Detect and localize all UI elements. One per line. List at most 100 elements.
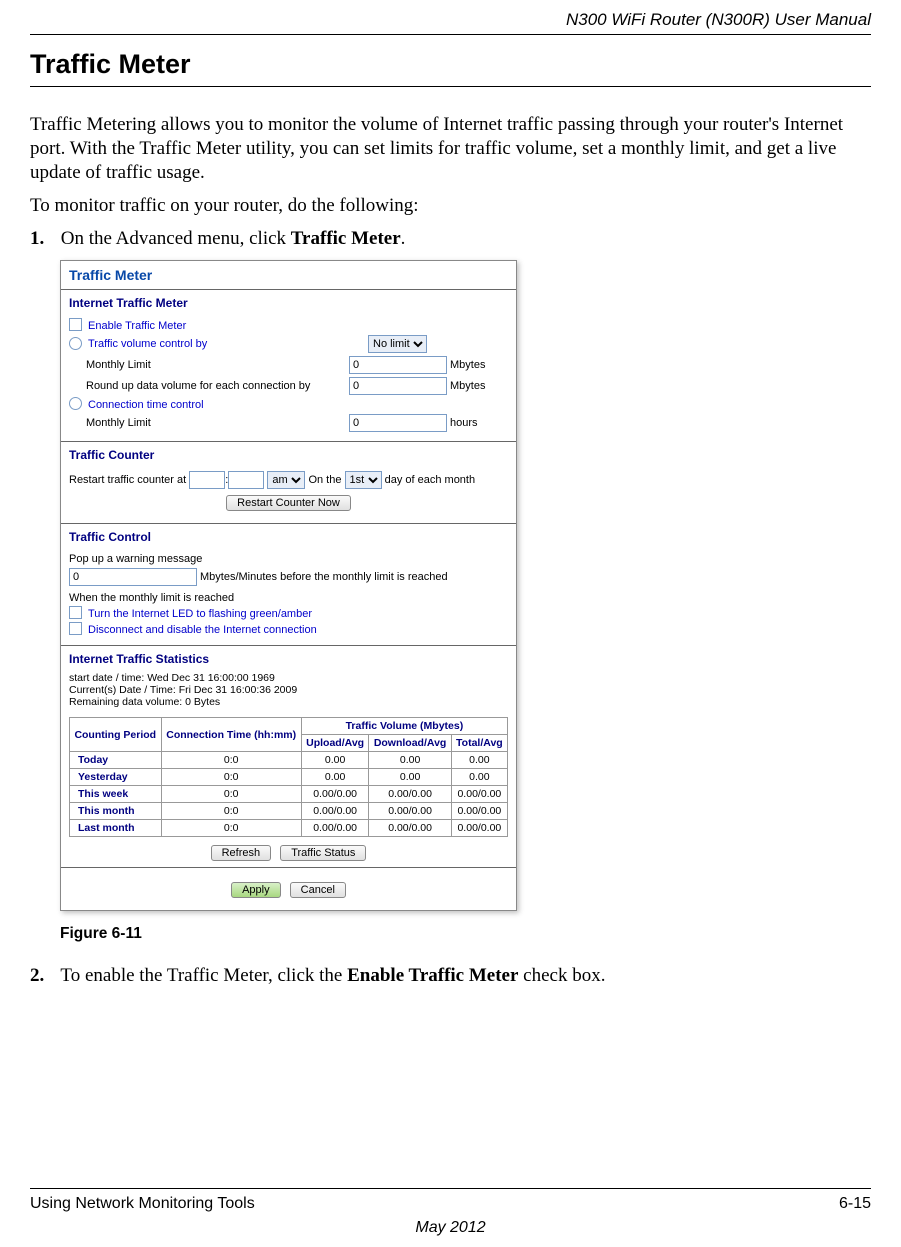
volume-control-select[interactable]: No limit <box>368 335 427 353</box>
volume-control-radio[interactable] <box>69 337 82 350</box>
step-2-number: 2. <box>30 965 56 987</box>
table-row: Yesterday0:00.000.000.00 <box>70 769 508 786</box>
led-label: Turn the Internet LED to flashing green/… <box>88 608 312 620</box>
cell-period: Yesterday <box>70 769 162 786</box>
cell-upload: 0.00/0.00 <box>301 820 369 837</box>
step-1-bold: Traffic Meter <box>291 228 401 249</box>
cell-period: This month <box>70 803 162 820</box>
doc-title: N300 WiFi Router (N300R) User Manual <box>30 0 871 30</box>
cell-period: Last month <box>70 820 162 837</box>
stats-start: start date / time: Wed Dec 31 16:00:00 1… <box>69 672 508 684</box>
step-1: 1. On the Advanced menu, click Traffic M… <box>30 228 871 250</box>
cell-total: 0.00/0.00 <box>451 820 507 837</box>
cell-download: 0.00 <box>369 769 451 786</box>
day-post-label: day of each month <box>385 474 476 486</box>
step-2-bold: Enable Traffic Meter <box>347 965 518 986</box>
stats-remaining: Remaining data volume: 0 Bytes <box>69 696 508 708</box>
intro-paragraph: Traffic Metering allows you to monitor t… <box>30 113 871 184</box>
time-limit-label: Monthly Limit <box>86 417 349 429</box>
cell-conn: 0:0 <box>161 752 301 769</box>
footer-date: May 2012 <box>30 1219 871 1237</box>
section-heading: Traffic Meter <box>30 49 871 80</box>
heading-rule <box>30 86 871 87</box>
cell-total: 0.00/0.00 <box>451 803 507 820</box>
router-screenshot: Traffic Meter Internet Traffic Meter Ena… <box>60 260 517 911</box>
restart-counter-button[interactable]: Restart Counter Now <box>226 495 351 511</box>
ampm-select[interactable]: am <box>267 471 305 489</box>
when-reached-label: When the monthly limit is reached <box>69 592 234 604</box>
cell-upload: 0.00 <box>301 752 369 769</box>
cell-conn: 0:0 <box>161 769 301 786</box>
cell-total: 0.00 <box>451 752 507 769</box>
step-2-post: check box. <box>518 965 605 986</box>
time-control-radio[interactable] <box>69 397 82 410</box>
control-heading: Traffic Control <box>61 523 516 548</box>
round-up-label: Round up data volume for each connection… <box>86 380 349 392</box>
footer-left: Using Network Monitoring Tools <box>30 1195 255 1213</box>
col-upload: Upload/Avg <box>301 735 369 752</box>
restart-hour-input[interactable] <box>189 471 225 489</box>
cell-upload: 0.00/0.00 <box>301 803 369 820</box>
table-row: Last month0:00.00/0.000.00/0.000.00/0.00 <box>70 820 508 837</box>
time-limit-input[interactable] <box>349 414 447 432</box>
step-2: 2. To enable the Traffic Meter, click th… <box>30 965 871 987</box>
col-download: Download/Avg <box>369 735 451 752</box>
cell-conn: 0:0 <box>161 786 301 803</box>
col-volume: Traffic Volume (Mbytes) <box>301 718 507 735</box>
disconnect-checkbox[interactable] <box>69 622 82 635</box>
day-select[interactable]: 1st <box>345 471 382 489</box>
table-row: Today0:00.000.000.00 <box>70 752 508 769</box>
cell-total: 0.00 <box>451 769 507 786</box>
traffic-status-button[interactable]: Traffic Status <box>280 845 366 861</box>
led-checkbox[interactable] <box>69 606 82 619</box>
col-total: Total/Avg <box>451 735 507 752</box>
figure-caption: Figure 6-11 <box>60 925 871 943</box>
warn-post-label: Mbytes/Minutes before the monthly limit … <box>200 571 448 583</box>
footer-right: 6-15 <box>839 1195 871 1213</box>
stats-current: Current(s) Date / Time: Fri Dec 31 16:00… <box>69 684 508 696</box>
volume-control-label: Traffic volume control by <box>88 338 368 350</box>
step-1-number: 1. <box>30 228 56 250</box>
restart-minute-input[interactable] <box>228 471 264 489</box>
enable-traffic-checkbox[interactable] <box>69 318 82 331</box>
page-footer: Using Network Monitoring Tools 6-15 May … <box>30 1184 871 1237</box>
round-up-input[interactable] <box>349 377 447 395</box>
step-1-post: . <box>401 228 406 249</box>
stats-heading: Internet Traffic Statistics <box>61 645 516 670</box>
bottom-rule <box>61 867 516 876</box>
cancel-button[interactable]: Cancel <box>290 882 346 898</box>
cell-upload: 0.00 <box>301 769 369 786</box>
cell-download: 0.00/0.00 <box>369 786 451 803</box>
cell-download: 0.00/0.00 <box>369 803 451 820</box>
counter-heading: Traffic Counter <box>61 441 516 466</box>
cell-download: 0.00/0.00 <box>369 820 451 837</box>
monthly-limit-input[interactable] <box>349 356 447 374</box>
instruction-paragraph: To monitor traffic on your router, do th… <box>30 194 871 218</box>
monthly-limit-label: Monthly Limit <box>86 359 349 371</box>
col-period: Counting Period <box>70 718 162 752</box>
cell-period: This week <box>70 786 162 803</box>
disconnect-label: Disconnect and disable the Internet conn… <box>88 624 317 636</box>
cell-conn: 0:0 <box>161 820 301 837</box>
apply-button[interactable]: Apply <box>231 882 281 898</box>
step-1-pre: On the Advanced menu, click <box>61 228 291 249</box>
table-row: This month0:00.00/0.000.00/0.000.00/0.00 <box>70 803 508 820</box>
time-limit-unit: hours <box>450 417 478 429</box>
cell-conn: 0:0 <box>161 803 301 820</box>
monthly-limit-unit: Mbytes <box>450 359 485 371</box>
time-control-label: Connection time control <box>88 399 204 411</box>
col-conn: Connection Time (hh:mm) <box>161 718 301 752</box>
itm-heading: Internet Traffic Meter <box>61 289 516 314</box>
cell-period: Today <box>70 752 162 769</box>
enable-traffic-label: Enable Traffic Meter <box>88 320 186 332</box>
warn-value-input[interactable] <box>69 568 197 586</box>
cell-upload: 0.00/0.00 <box>301 786 369 803</box>
cell-download: 0.00 <box>369 752 451 769</box>
header-rule <box>30 34 871 35</box>
stats-table: Counting Period Connection Time (hh:mm) … <box>69 717 508 837</box>
refresh-button[interactable]: Refresh <box>211 845 272 861</box>
round-up-unit: Mbytes <box>450 380 485 392</box>
step-2-pre: To enable the Traffic Meter, click the <box>60 965 347 986</box>
on-the-label: On the <box>308 474 341 486</box>
table-row: This week0:00.00/0.000.00/0.000.00/0.00 <box>70 786 508 803</box>
